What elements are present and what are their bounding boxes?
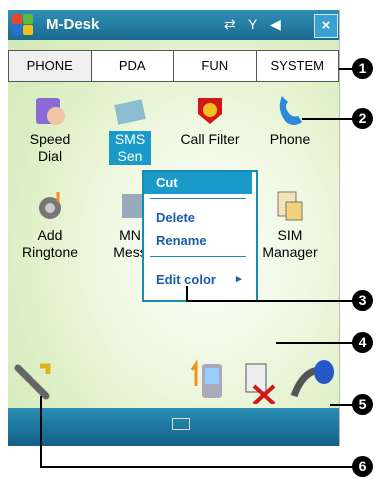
sim-manager-shortcut[interactable]: SIM Manager [250,188,330,261]
phone-shortcut[interactable]: Phone [250,92,330,148]
submenu-arrow-icon: ▸ [236,273,242,285]
bluetooth-headset-icon[interactable] [290,358,336,404]
callout-6-line [40,466,357,468]
callout-1: 1 [352,58,373,79]
callout-2-line [302,118,357,120]
phone-label: Phone [269,131,311,147]
sms-icon [112,92,148,128]
device-screen: M-Desk ⇄ Y ◀ × PHONE PDA FUN SYSTEM Spee… [8,10,340,446]
callout-6: 6 [352,456,373,477]
menu-item-rename[interactable]: Rename [144,233,252,248]
add-ringtone-label: Add [37,227,63,243]
sim-manager-label: SIM [277,227,303,243]
callout-6-stem [40,396,42,468]
start-menu-icon[interactable] [12,14,34,36]
menu-item-delete[interactable]: Delete [144,210,252,225]
connectivity-icon[interactable]: ⇄ [224,16,236,33]
add-ringtone-shortcut[interactable]: Add Ringtone [10,188,90,261]
call-filter-shortcut[interactable]: Call Filter [170,92,250,148]
callout-3-line [186,300,357,302]
callout-3: 3 [352,290,373,311]
menu-divider [150,198,246,199]
signal-icon[interactable]: Y [248,16,257,32]
callout-2: 2 [352,108,373,129]
tab-phone[interactable]: PHONE [8,50,92,82]
callout-5: 5 [352,394,373,415]
tab-system[interactable]: SYSTEM [256,50,339,82]
context-menu: Cut Delete Rename Edit color ▸ [142,170,258,302]
close-button[interactable]: × [314,14,338,38]
sim-manager-label-2: Manager [262,244,318,260]
menu-divider-2 [150,256,246,257]
menu-item-edit-color[interactable]: Edit color [144,272,236,287]
speed-dial-icon [32,92,68,128]
sim-card-icon [272,188,308,224]
sms-label-2: Sen [117,148,143,164]
phone-handset-icon [272,92,308,128]
app-title: M-Desk [46,16,100,33]
call-filter-icon [192,92,228,128]
speed-dial-label: Speed [29,131,71,147]
tab-pda[interactable]: PDA [91,50,174,82]
ringtone-icon [32,188,68,224]
callout-4-line [276,342,357,344]
call-filter-label: Call Filter [180,131,240,147]
speaker-icon[interactable]: ◀ [270,16,281,33]
settings-wrench-icon[interactable] [10,360,54,404]
keyboard-icon[interactable] [172,418,190,430]
category-tabs: PHONE PDA FUN SYSTEM [8,50,339,82]
title-bar: M-Desk ⇄ Y ◀ × [8,10,339,40]
sms-label: SMS [114,131,146,147]
add-ringtone-label-2: Ringtone [21,244,79,260]
taskbar [8,408,339,446]
sms-sender-shortcut[interactable]: SMS Sen [90,92,170,166]
callout-4: 4 [352,332,373,353]
callout-3-stem [186,286,188,302]
menu-item-cut[interactable]: Cut [144,172,252,194]
tab-fun[interactable]: FUN [174,50,257,82]
speed-dial-label-2: Dial [37,148,63,164]
no-sim-icon[interactable] [238,358,280,406]
pda-device-icon[interactable] [188,358,228,404]
speed-dial-shortcut[interactable]: Speed Dial [10,92,90,165]
